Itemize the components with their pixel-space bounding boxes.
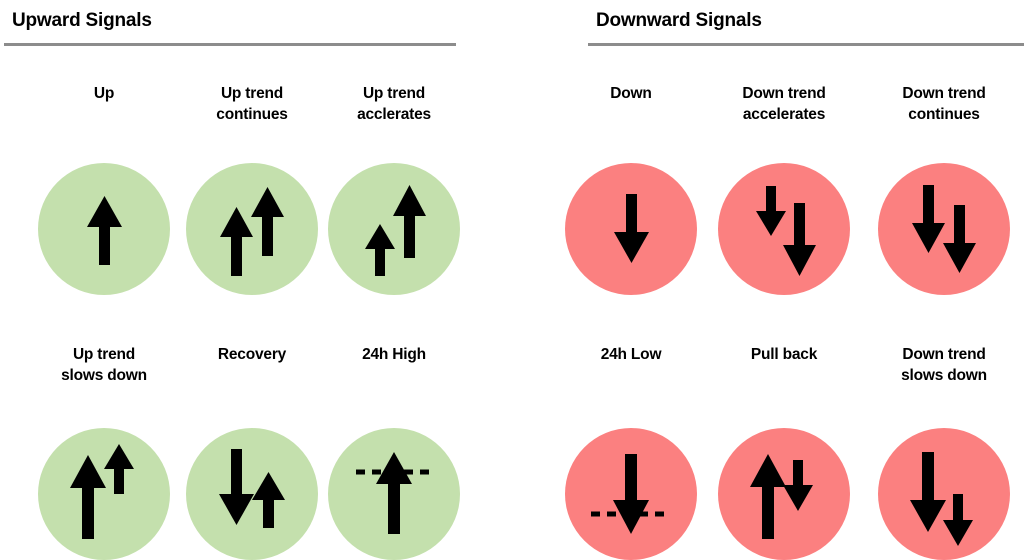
signal-icon-arrow-down-single [565, 163, 697, 295]
signal-label-down-trend-continues: Down trend continues [902, 85, 986, 123]
signal-icon-arrow-down-dashed-line [565, 428, 697, 560]
signal-label-up-trend-acclerates: Up trend acclerates [357, 85, 431, 123]
signal-icon-arrow-down-then-up [186, 428, 318, 560]
signal-icon-arrow-up-single [38, 163, 170, 295]
signal-label-up: Up [93, 85, 115, 102]
signal-label-down-trend-accelerates: Down trend accelerates [742, 85, 826, 123]
signal-label-up-trend-slows-down: Up trend slows down [61, 346, 147, 384]
signal-label-down: Down [610, 85, 652, 102]
signal-label-24h-low: 24h Low [600, 346, 662, 363]
signal-icon-arrows-down-step-down [878, 163, 1010, 295]
signal-label-up-trend-continues: Up trend continues [216, 85, 288, 123]
signal-label-24h-high: 24h High [362, 346, 426, 363]
signal-icon-arrow-up-then-down [718, 428, 850, 560]
signal-icon-arrows-down-accelerate [718, 163, 850, 295]
signal-icon-arrows-up-slow-down [38, 428, 170, 560]
signal-grid: Up Up trend continues Up trend acclerate… [0, 0, 1024, 560]
signal-icon-arrows-down-slow-down [878, 428, 1010, 560]
signal-icon-arrow-up-dashed-line [328, 428, 460, 560]
signal-label-down-trend-slows-down: Down trend slows down [901, 346, 987, 384]
signal-icon-arrows-up-step-up [186, 163, 318, 295]
signal-label-pull-back: Pull back [750, 346, 818, 363]
signal-icon-arrows-up-accelerate [328, 163, 460, 295]
signal-label-recovery: Recovery [217, 346, 287, 363]
